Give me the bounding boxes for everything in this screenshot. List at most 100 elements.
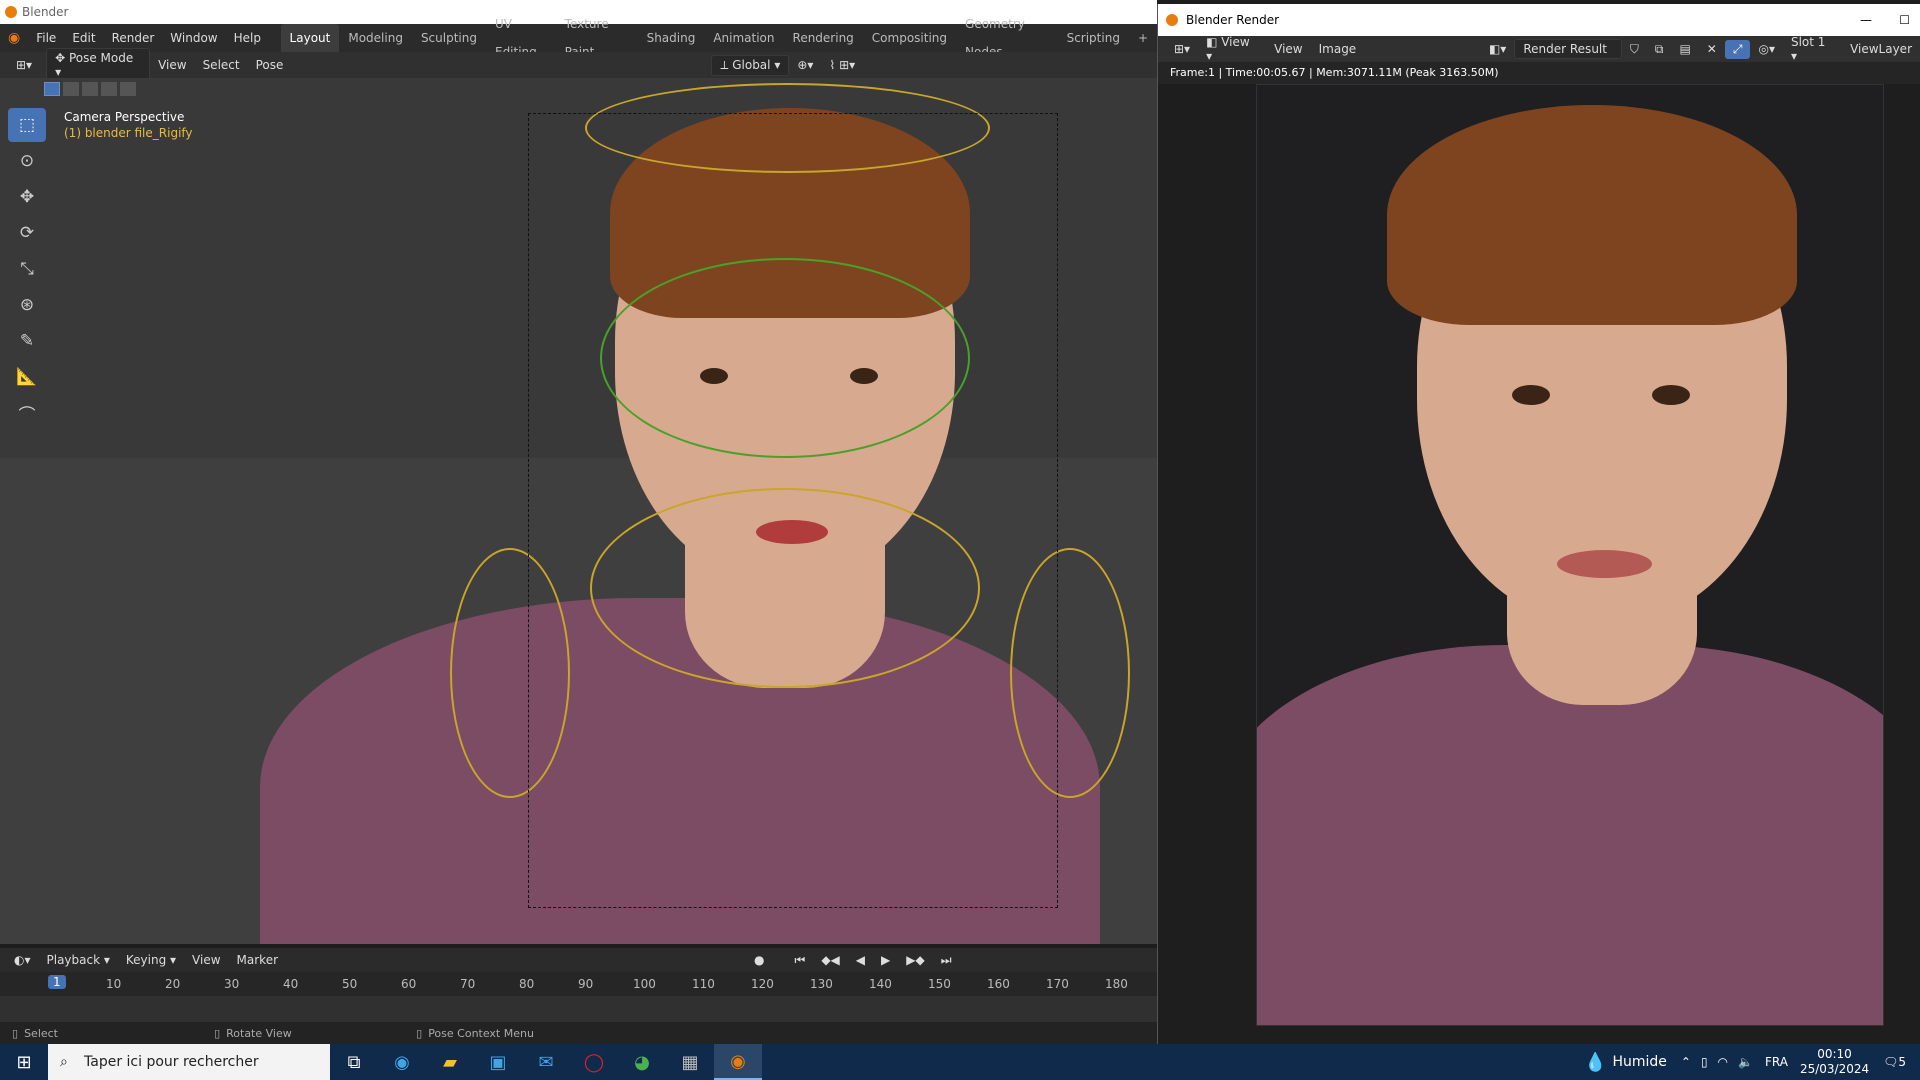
view-layer-dropdown[interactable]: ViewLayer xyxy=(1842,40,1920,58)
blender-taskbar-icon[interactable]: ◉ xyxy=(714,1044,762,1080)
menu-select[interactable]: Select xyxy=(195,56,248,74)
app-icon[interactable]: ▦ xyxy=(666,1044,714,1080)
maximize-icon[interactable]: ☐ xyxy=(1899,4,1910,36)
jump-start-icon[interactable]: ⏮ xyxy=(787,951,814,970)
task-view-icon[interactable]: ⧉ xyxy=(330,1044,378,1080)
language-indicator[interactable]: FRA xyxy=(1765,1055,1788,1069)
relax-pose-tool-icon[interactable]: ⌒ xyxy=(8,396,46,430)
move-tool-icon[interactable]: ✥ xyxy=(8,180,46,214)
windows-start-icon[interactable]: ⊞ xyxy=(0,1044,48,1080)
menu-window[interactable]: Window xyxy=(162,24,225,52)
slot-label: Slot 1 xyxy=(1790,35,1826,49)
select-invert-icon[interactable] xyxy=(101,82,117,96)
next-keyframe-icon[interactable]: ▶◆ xyxy=(898,951,932,969)
menu-marker[interactable]: Marker xyxy=(229,951,286,969)
render-result-field[interactable]: Render Result xyxy=(1514,39,1622,59)
orientation-dropdown[interactable]: ⟂ Global ▾ xyxy=(711,54,790,76)
ruler-tick: 70 xyxy=(460,977,476,991)
record-icon[interactable]: ● xyxy=(746,951,772,969)
store-icon[interactable]: ▣ xyxy=(474,1044,522,1080)
clock-time: 00:10 xyxy=(1817,1047,1852,1061)
menu-render-view[interactable]: View xyxy=(1266,40,1310,58)
rotate-tool-icon[interactable]: ⟳ xyxy=(8,216,46,250)
notification-count: 5 xyxy=(1898,1055,1906,1069)
select-subtract-icon[interactable] xyxy=(82,82,98,96)
annotate-tool-icon[interactable]: ✎ xyxy=(8,324,46,358)
select-intersect-icon[interactable] xyxy=(120,82,136,96)
notification-icon[interactable]: 🗨5 xyxy=(1883,1055,1906,1069)
open-image-icon[interactable]: ▤ xyxy=(1671,40,1698,58)
chevron-up-icon[interactable]: ⌃ xyxy=(1681,1055,1691,1069)
timeline-editor-type-icon[interactable]: ◐▾ xyxy=(6,951,39,969)
blender-menu-icon[interactable]: ◉ xyxy=(0,24,28,52)
clock[interactable]: 00:10 25/03/2024 xyxy=(1800,1047,1869,1077)
view-mode-dropdown[interactable]: ◧ View ▾ xyxy=(1198,33,1266,65)
mail-icon[interactable]: ✉ xyxy=(522,1044,570,1080)
editor-type-icon[interactable]: ⊞▾ xyxy=(8,56,40,74)
jump-end-icon[interactable]: ⏭ xyxy=(933,951,960,970)
menu-image[interactable]: Image xyxy=(1311,40,1365,58)
ruler-tick: 170 xyxy=(1046,977,1069,991)
current-frame-marker[interactable]: 1 xyxy=(48,975,66,989)
menu-view[interactable]: View xyxy=(150,56,194,74)
prev-keyframe-icon[interactable]: ◆◀ xyxy=(813,951,847,969)
device-icon[interactable]: ▯ xyxy=(1701,1055,1708,1069)
tab-compositing[interactable]: Compositing xyxy=(863,24,956,52)
frame-ruler[interactable]: 1 10 20 30 40 50 60 70 80 90 100 110 120… xyxy=(0,972,1157,996)
tab-scripting[interactable]: Scripting xyxy=(1058,24,1129,52)
tab-layout[interactable]: Layout xyxy=(280,24,340,52)
tab-rendering[interactable]: Rendering xyxy=(784,24,863,52)
window-title: Blender xyxy=(22,5,69,19)
mode-label: Pose Mode xyxy=(68,51,134,65)
windows-taskbar: ⊞ ⌕ Taper ici pour rechercher ⧉ ◉ ▰ ▣ ✉ … xyxy=(0,1044,1920,1080)
wifi-icon[interactable]: ◠ xyxy=(1718,1055,1728,1069)
ruler-tick: 150 xyxy=(928,977,951,991)
edge-icon[interactable]: ◉ xyxy=(378,1044,426,1080)
ruler-tick: 100 xyxy=(633,977,656,991)
new-image-icon[interactable]: ⧉ xyxy=(1647,40,1672,59)
opera-icon[interactable]: ◯ xyxy=(570,1044,618,1080)
add-workspace-icon[interactable]: + xyxy=(1129,24,1157,52)
ruler-tick: 180 xyxy=(1105,977,1128,991)
menu-pose[interactable]: Pose xyxy=(248,56,292,74)
play-reverse-icon[interactable]: ◀ xyxy=(848,951,873,969)
file-explorer-icon[interactable]: ▰ xyxy=(426,1044,474,1080)
volume-icon[interactable]: 🔈 xyxy=(1738,1055,1753,1069)
viewport-header: ⊞▾ ✥ Pose Mode ▾ View Select Pose ⟂ Glob… xyxy=(0,48,1157,82)
image-editor-type-icon[interactable]: ⊞▾ xyxy=(1166,40,1198,58)
fake-user-icon[interactable]: ⛉ xyxy=(1622,40,1647,59)
cursor-tool-icon[interactable]: ⊙ xyxy=(8,144,46,178)
mouse-left-icon: ▯ xyxy=(12,1026,19,1040)
image-view-icon: ◧ xyxy=(1206,35,1222,49)
3d-viewport[interactable] xyxy=(0,78,1157,944)
play-icon[interactable]: ▶ xyxy=(873,951,898,969)
camera-frame xyxy=(528,113,1058,908)
chrome-icon[interactable]: ◕ xyxy=(618,1044,666,1080)
minimize-icon[interactable]: — xyxy=(1860,4,1872,36)
menu-playback[interactable]: Playback ▾ xyxy=(39,951,118,969)
scale-tool-icon[interactable]: ⤡ xyxy=(8,252,46,286)
menu-help[interactable]: Help xyxy=(226,24,269,52)
menu-keying[interactable]: Keying ▾ xyxy=(118,951,184,969)
measure-tool-icon[interactable]: 📐 xyxy=(8,360,46,394)
tab-modeling[interactable]: Modeling xyxy=(339,24,412,52)
mode-dropdown[interactable]: ✥ Pose Mode ▾ xyxy=(46,48,151,82)
select-new-icon[interactable] xyxy=(44,82,60,96)
pivot-icon[interactable]: ⊕▾ xyxy=(789,56,821,74)
transform-tool-icon[interactable]: ⊛ xyxy=(8,288,46,322)
tab-sculpting[interactable]: Sculpting xyxy=(412,24,486,52)
unlink-icon[interactable]: ✕ xyxy=(1699,40,1725,58)
select-box-tool-icon[interactable]: ⬚ xyxy=(8,108,46,142)
snap-icon[interactable]: ⌇ ⊞▾ xyxy=(821,56,863,74)
tab-shading[interactable]: Shading xyxy=(638,24,705,52)
menu-timeline-view[interactable]: View xyxy=(184,951,228,969)
overlay-icon[interactable]: ◎▾ xyxy=(1750,40,1783,58)
taskbar-search-box[interactable]: ⌕ Taper ici pour rechercher xyxy=(48,1044,330,1080)
tab-animation[interactable]: Animation xyxy=(704,24,783,52)
select-extend-icon[interactable] xyxy=(63,82,79,96)
slot-dropdown[interactable]: Slot 1 ▾ xyxy=(1783,33,1842,65)
image-browse-icon[interactable]: ◧▾ xyxy=(1481,40,1514,58)
gizmo-icon[interactable]: ⤢ xyxy=(1724,39,1751,59)
render-result-image[interactable] xyxy=(1256,84,1884,1026)
weather-text[interactable]: Humide xyxy=(1612,1054,1666,1070)
